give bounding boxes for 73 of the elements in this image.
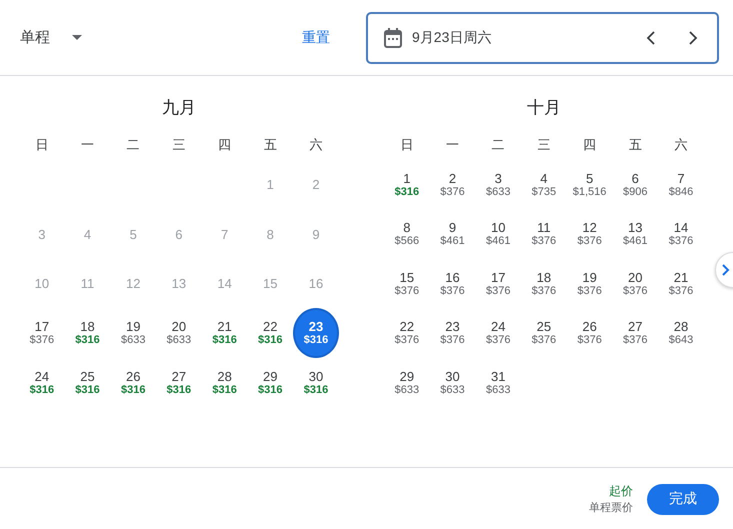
calendar-day[interactable]: 9 $461 (430, 211, 476, 258)
weekday-label: 日 (399, 136, 414, 154)
calendar-day[interactable]: 19 $376 (566, 260, 612, 307)
calendar-day[interactable]: 12 $376 (566, 211, 612, 258)
calendar-day[interactable]: 2 $376 (430, 162, 476, 208)
weekday-label: 二 (490, 136, 506, 154)
weekday-label: 一 (80, 136, 96, 154)
calendar-day[interactable]: 27 $316 (156, 360, 202, 406)
calendar-day[interactable]: 20 $633 (156, 310, 202, 356)
calendar-day[interactable]: 30 $316 (293, 360, 339, 406)
price-label: 起价 (609, 483, 633, 500)
calendar-day[interactable]: 15 $376 (384, 260, 430, 307)
calendar-day[interactable]: 17 $376 (475, 260, 522, 307)
calendar-day[interactable]: 8 $566 (384, 211, 430, 258)
weekday-label: 六 (308, 136, 324, 154)
calendar-day[interactable]: 7 $846 (658, 162, 704, 208)
calendar-day[interactable]: 5 $1,516 (566, 162, 612, 208)
calendar-day[interactable]: 30 $633 (430, 360, 476, 406)
calendar-day[interactable]: 25 $316 (64, 360, 110, 406)
calendar-day[interactable]: 18 $316 (64, 310, 110, 356)
calendar-icon (384, 28, 402, 48)
calendar-day[interactable]: 13 $461 (612, 211, 658, 258)
calendar-day[interactable]: 29 $633 (384, 360, 430, 406)
month-title: 十月 (526, 97, 562, 119)
calendar-day[interactable]: 21 $316 (202, 310, 248, 356)
reset-button[interactable]: 重置 (294, 22, 338, 52)
done-button[interactable]: 完成 (647, 484, 719, 514)
calendar-day[interactable]: 22 $376 (384, 310, 430, 356)
weekday-label: 四 (217, 136, 232, 154)
calendar-day[interactable]: 4 $735 (521, 162, 567, 208)
calendar-day[interactable]: 11 $376 (521, 211, 567, 258)
calendar-day[interactable]: 23 $376 (430, 310, 476, 356)
chevron-right-icon (688, 30, 698, 44)
caret-icon (72, 35, 82, 40)
trip-type-dropdown[interactable]: 单程 (12, 22, 90, 53)
calendar-day[interactable]: 26 $376 (566, 310, 612, 356)
chevron-right-icon (722, 264, 730, 276)
fare-note: 单程票价 (589, 501, 633, 515)
calendar-day[interactable]: 14 $376 (658, 211, 704, 258)
calendar-day[interactable]: 18 $376 (521, 260, 567, 307)
calendar-day[interactable]: 23 $316 (293, 308, 339, 358)
calendar-day[interactable]: 16 $376 (430, 260, 476, 307)
weekday-label: 一 (445, 136, 460, 154)
chevron-left-icon (646, 30, 656, 44)
weekday-label: 四 (582, 136, 598, 154)
calendar-day[interactable]: 20 $376 (612, 260, 658, 307)
calendar-day[interactable]: 25 $376 (521, 310, 567, 356)
calendar-day[interactable]: 24 $376 (475, 310, 522, 356)
month-title: 九月 (161, 97, 197, 119)
calendar-day[interactable]: 17 $376 (19, 310, 65, 356)
calendar-day[interactable]: 27 $376 (612, 310, 658, 356)
calendar-day[interactable]: 10 $461 (475, 211, 522, 258)
date-field[interactable]: 9月23日周六 (366, 12, 719, 64)
calendar-day[interactable]: 19 $633 (110, 310, 156, 356)
calendar-day[interactable]: 31 $633 (475, 360, 522, 406)
weekday-label: 六 (673, 136, 688, 154)
calendar-day[interactable]: 28 $643 (658, 310, 704, 356)
calendar-day[interactable]: 28 $316 (202, 360, 248, 406)
weekday-label: 五 (262, 136, 278, 154)
calendar-day[interactable]: 24 $316 (19, 360, 65, 406)
calendar-day[interactable]: 21 $376 (658, 260, 704, 307)
calendar-day[interactable]: 1 $316 (384, 162, 430, 208)
weekday-label: 二 (126, 136, 141, 154)
calendar-day[interactable]: 3 $633 (475, 162, 522, 208)
weekday-label: 日 (34, 136, 50, 154)
calendar-day[interactable]: 26 $316 (110, 360, 156, 406)
calendar-day[interactable]: 29 $316 (247, 360, 294, 406)
calendar-day[interactable]: 6 $906 (612, 162, 658, 208)
date-value: 9月23日周六 (412, 28, 492, 46)
calendar-day[interactable]: 22 $316 (247, 310, 294, 356)
weekday-label: 三 (536, 136, 552, 154)
weekday-label: 三 (171, 136, 186, 154)
weekday-label: 五 (628, 136, 643, 154)
